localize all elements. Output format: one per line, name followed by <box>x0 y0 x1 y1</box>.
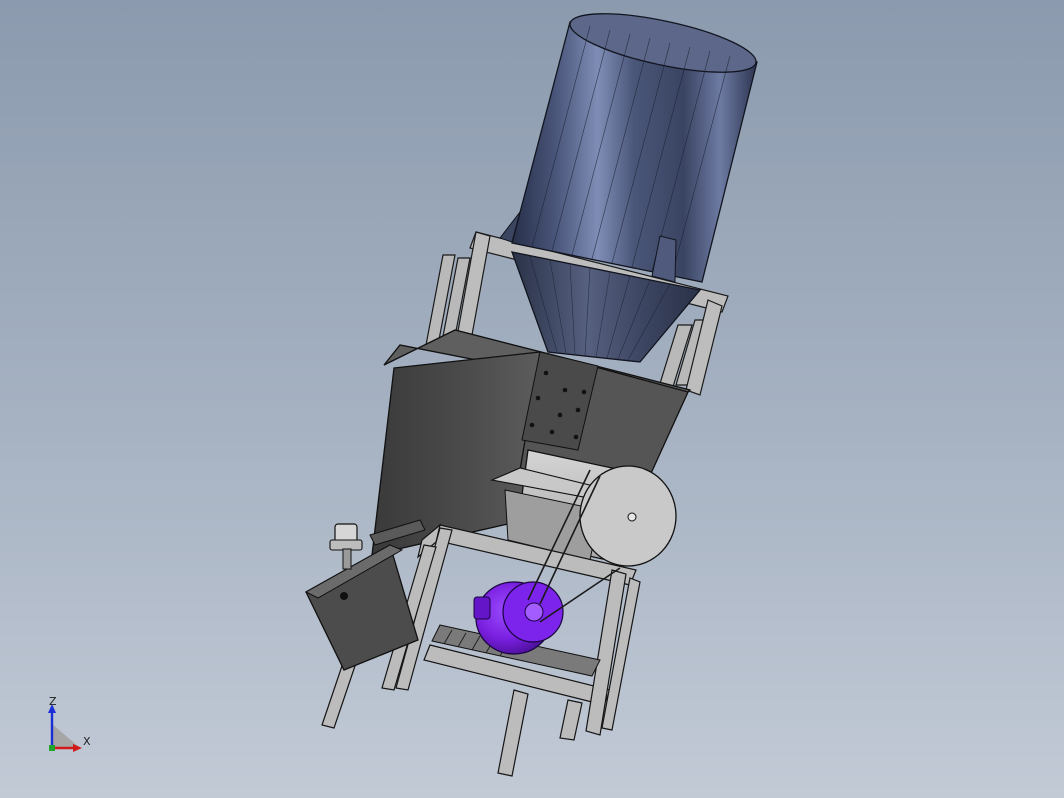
x-axis-arrowhead <box>73 744 82 752</box>
3d-model-view[interactable] <box>0 0 1064 798</box>
triad-origin <box>49 745 55 751</box>
x-axis-label: X <box>83 735 91 748</box>
triad-plane <box>52 724 80 748</box>
z-axis-label: Z <box>49 695 57 708</box>
axis-triad: Z X <box>40 696 100 756</box>
hopper-cylinder <box>499 13 758 283</box>
adjustment-knob <box>329 523 363 570</box>
cad-viewport[interactable]: Z X <box>0 0 1064 798</box>
electric-motor <box>473 581 564 655</box>
